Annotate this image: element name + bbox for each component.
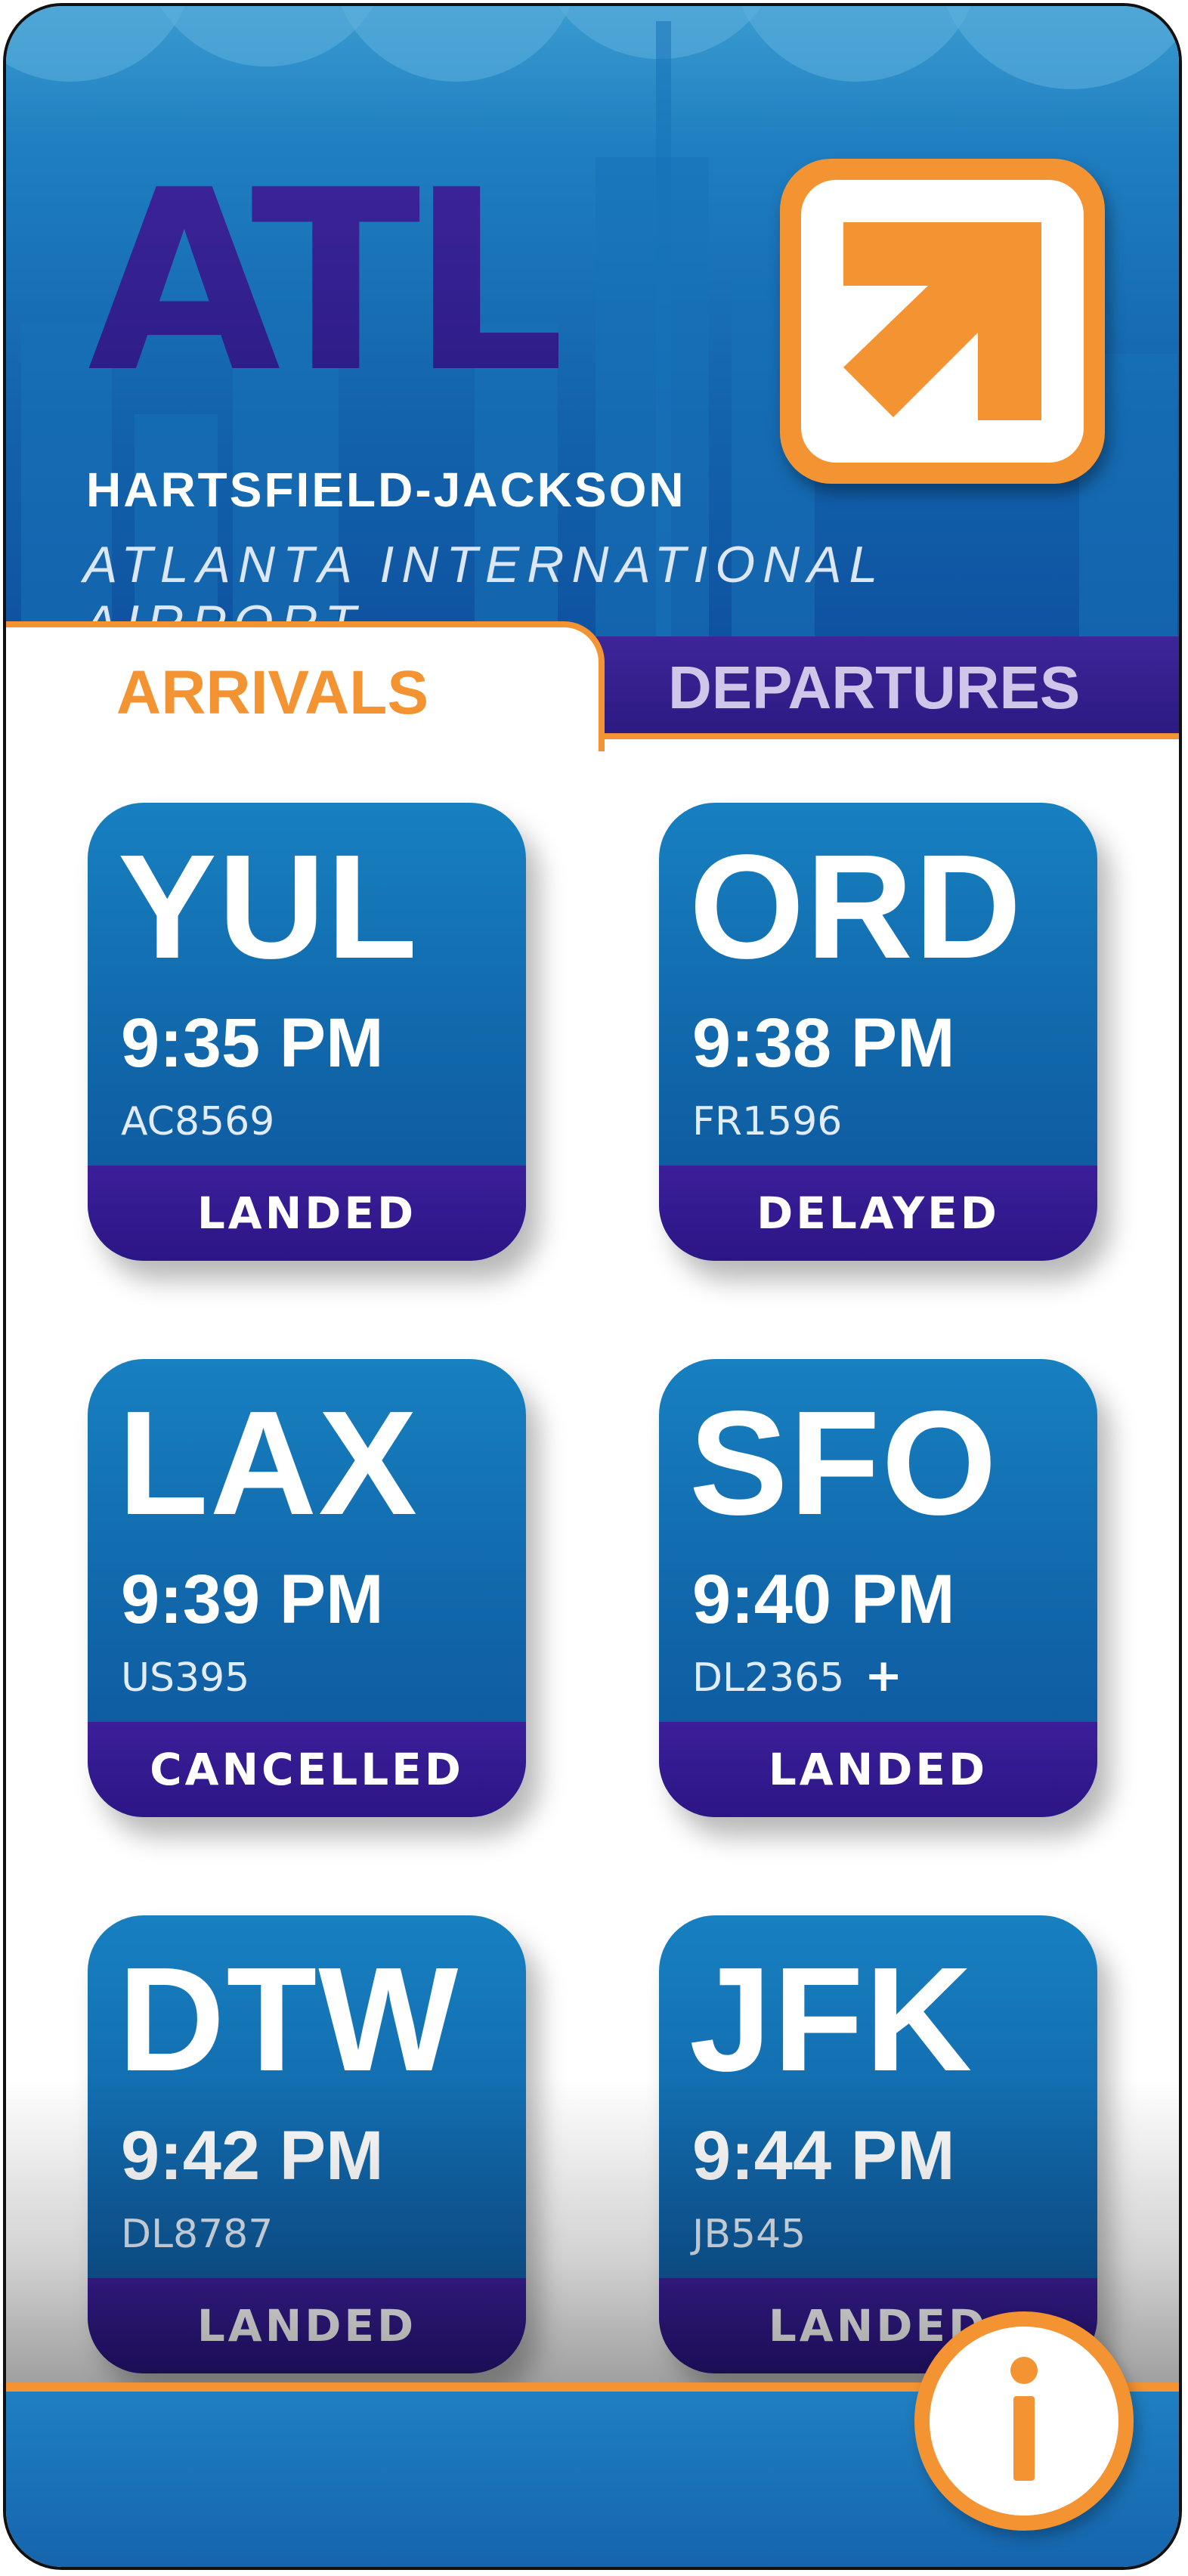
arrow-up-right-icon [780, 159, 1105, 484]
flight-number: US395 [121, 1655, 250, 1701]
atl-logo-text: ATL [88, 137, 569, 427]
info-icon [1010, 2357, 1038, 2481]
arrival-time: 9:39 PM [121, 1561, 384, 1638]
airport-code: ORD [689, 824, 1023, 989]
tab-departures[interactable]: DEPARTURES [596, 636, 1179, 739]
flight-status: LANDED [88, 1166, 526, 1261]
info-button[interactable] [914, 2311, 1134, 2531]
arrival-time: 9:44 PM [692, 2117, 955, 2194]
airport-code: DTW [118, 1937, 460, 2102]
flight-card[interactable]: YUL 9:35 PM AC8569 LANDED [88, 803, 526, 1261]
tab-departures-label: DEPARTURES [668, 654, 1081, 721]
flight-status: DELAYED [659, 1166, 1097, 1261]
flight-card[interactable]: ORD 9:38 PM FR1596 DELAYED [659, 803, 1097, 1261]
airport-code: SFO [689, 1380, 998, 1546]
flight-number: DL8787 [121, 2212, 274, 2257]
header: ATL HARTSFIELD-JACKSON ATLANTA INTERNATI… [6, 6, 1179, 686]
tab-arrivals[interactable]: ARRIVALS [6, 621, 605, 772]
flight-card[interactable]: DTW 9:42 PM DL8787 LANDED [88, 1915, 526, 2373]
tab-arrivals-label: ARRIVALS [116, 658, 429, 727]
arrival-time: 9:35 PM [121, 1005, 384, 1082]
airport-code: LAX [118, 1380, 419, 1546]
flight-status: LANDED [659, 1722, 1097, 1817]
flight-number: FR1596 [692, 1099, 843, 1144]
flight-number: JB545 [692, 2212, 806, 2257]
app-screen: ATL HARTSFIELD-JACKSON ATLANTA INTERNATI… [3, 3, 1182, 2570]
arrival-time: 9:42 PM [121, 2117, 384, 2194]
flight-card[interactable]: SFO 9:40 PM DL2365 + LANDED [659, 1359, 1097, 1817]
airport-code: JFK [689, 1937, 974, 2102]
flight-card[interactable]: LAX 9:39 PM US395 CANCELLED [88, 1359, 526, 1817]
flight-status: LANDED [88, 2278, 526, 2373]
flight-card[interactable]: JFK 9:44 PM JB545 LANDED [659, 1915, 1097, 2373]
tab-bar: DEPARTURES ARRIVALS [6, 615, 1179, 772]
airport-name: HARTSFIELD-JACKSON [86, 463, 686, 517]
flight-number: AC8569 [121, 1099, 275, 1144]
flight-number: DL2365 [692, 1655, 845, 1701]
flight-status: CANCELLED [88, 1722, 526, 1817]
airport-code: YUL [118, 824, 419, 989]
codeshare-plus-icon: + [865, 1649, 903, 1702]
arrival-time: 9:40 PM [692, 1561, 955, 1638]
flight-grid: YUL 9:35 PM AC8569 LANDED ORD 9:38 PM FR… [6, 751, 1179, 2414]
arrival-time: 9:38 PM [692, 1005, 955, 1082]
